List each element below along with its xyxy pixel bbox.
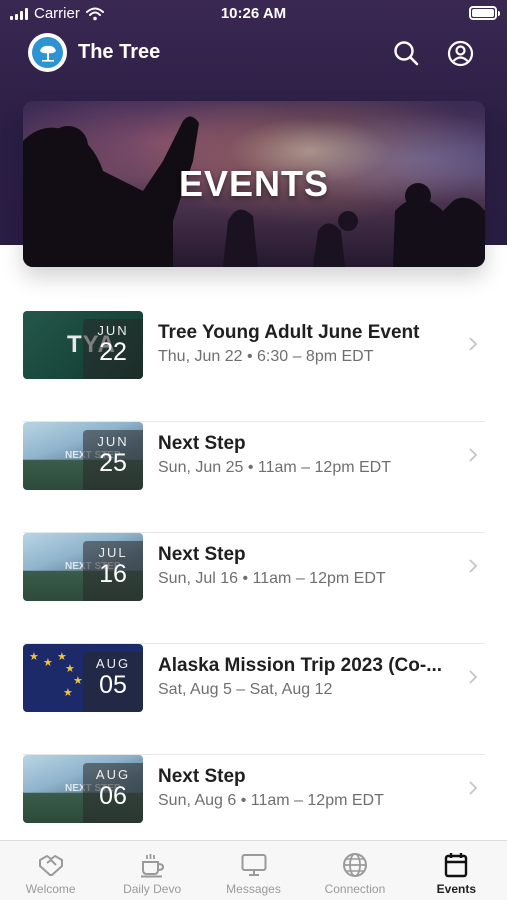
star-icon: ★ [63, 687, 73, 699]
event-date-badge: AUG 05 [83, 652, 143, 712]
tab-label: Daily Devo [123, 882, 182, 896]
event-row[interactable]: NEXT STEP JUL 16 Next Step Sun, Jul 16 •… [23, 533, 485, 644]
hero-title: EVENTS [178, 163, 330, 204]
event-title: Next Step [158, 433, 246, 454]
event-thumbnail: NEXT STEP AUG 06 [23, 755, 143, 823]
event-date-badge: AUG 06 [83, 763, 143, 823]
event-day: 25 [99, 449, 127, 477]
event-row[interactable]: TYA JUN 22 Tree Young Adult June Event T… [23, 311, 485, 422]
event-day: 22 [99, 338, 127, 366]
coffee-cup-icon [137, 851, 167, 879]
event-month: AUG [95, 767, 131, 782]
event-thumbnail: NEXT STEP JUL 16 [23, 533, 143, 601]
monitor-icon [239, 851, 269, 879]
chevron-right-icon [469, 337, 478, 351]
event-datetime: Thu, Jun 22 • 6:30 – 8pm EDT [158, 348, 374, 365]
event-thumbnail: ★ ★ ★ ★ ★ ★ AUG 05 [23, 644, 143, 712]
search-icon [394, 41, 419, 66]
event-thumbnail: NEXT STEP JUN 25 [23, 422, 143, 490]
tab-messages[interactable]: Messages [203, 841, 304, 900]
chevron-right-icon [469, 559, 478, 573]
tree-logo-icon [32, 37, 63, 68]
event-month: JUL [98, 545, 128, 560]
star-icon: ★ [43, 657, 53, 669]
event-datetime: Sun, Jun 25 • 11am – 12pm EDT [158, 459, 391, 476]
profile-button[interactable] [445, 38, 475, 68]
handshake-icon [36, 851, 66, 879]
event-month: AUG [95, 656, 131, 671]
status-bar: Carrier 10:26 AM [0, 0, 507, 28]
event-row[interactable]: ★ ★ ★ ★ ★ ★ AUG 05 Alaska Mission Trip 2… [23, 644, 485, 755]
tab-welcome[interactable]: Welcome [0, 841, 101, 900]
tab-label: Events [436, 882, 476, 896]
event-month: JUN [97, 434, 129, 449]
event-title: Next Step [158, 544, 246, 565]
event-datetime: Sun, Jul 16 • 11am – 12pm EDT [158, 570, 386, 587]
event-date-badge: JUN 25 [83, 430, 143, 490]
account-icon [447, 40, 473, 66]
event-datetime: Sun, Aug 6 • 11am – 12pm EDT [158, 792, 384, 809]
calendar-icon [441, 851, 471, 879]
tab-label: Connection [324, 882, 386, 896]
status-time: 10:26 AM [220, 5, 287, 22]
app-bar: The Tree [0, 30, 507, 74]
event-day: 06 [99, 782, 127, 810]
event-title: Next Step [158, 766, 246, 787]
tab-label: Welcome [25, 882, 76, 896]
globe-icon [340, 851, 370, 879]
event-date-badge: JUL 16 [83, 541, 143, 601]
battery-icon [469, 6, 500, 20]
tab-events[interactable]: Events [406, 841, 507, 900]
event-title: Tree Young Adult June Event [158, 322, 420, 343]
event-day: 05 [99, 671, 127, 699]
tab-connection[interactable]: Connection [304, 841, 405, 900]
event-row[interactable]: NEXT STEP JUN 25 Next Step Sun, Jun 25 •… [23, 422, 485, 533]
event-month: JUN [97, 323, 129, 338]
event-title: Alaska Mission Trip 2023 (Co-... [158, 655, 443, 676]
chevron-right-icon [469, 448, 478, 462]
chevron-right-icon [469, 670, 478, 684]
bottom-tab-bar: Welcome Daily Devo Messages Connection E… [0, 840, 507, 900]
tab-daily-devo[interactable]: Daily Devo [101, 841, 202, 900]
chevron-right-icon [469, 781, 478, 795]
app-title: The Tree [78, 41, 161, 63]
search-button[interactable] [391, 38, 421, 68]
event-thumbnail: TYA JUN 22 [23, 311, 143, 379]
app-logo[interactable] [28, 33, 67, 72]
event-day: 16 [99, 560, 127, 588]
star-icon: ★ [29, 651, 39, 663]
events-hero-banner: EVENTS [23, 101, 485, 267]
star-icon: ★ [73, 675, 83, 687]
event-datetime: Sat, Aug 5 – Sat, Aug 12 [158, 681, 333, 698]
tab-label: Messages [226, 882, 281, 896]
event-date-badge: JUN 22 [83, 319, 143, 379]
